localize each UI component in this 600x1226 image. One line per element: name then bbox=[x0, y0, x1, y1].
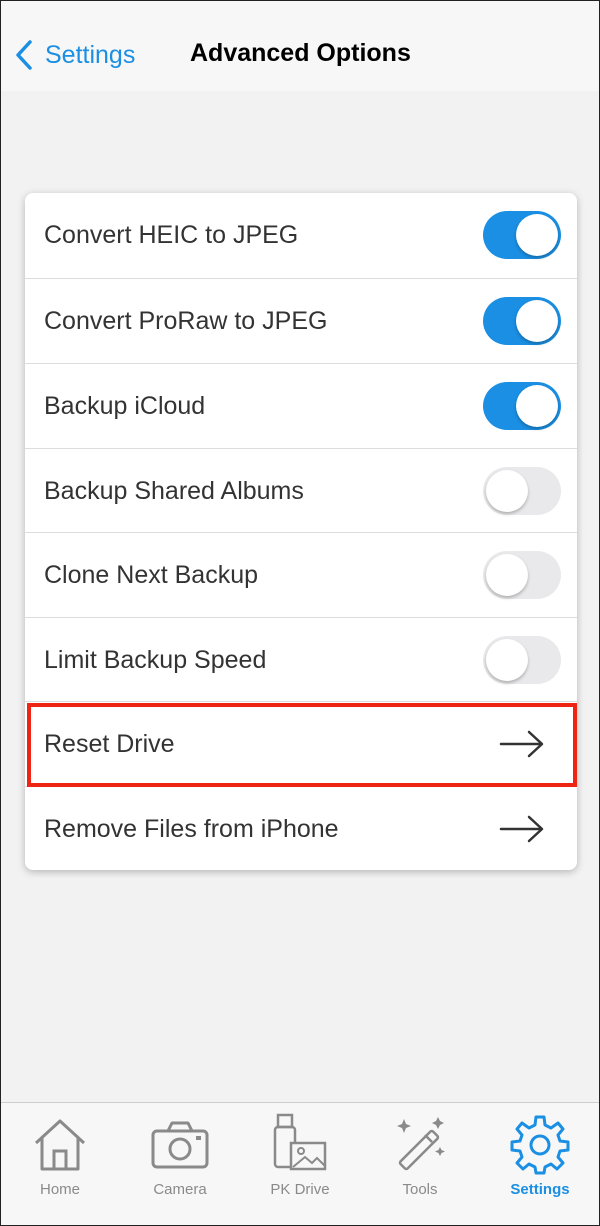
option-label: Convert ProRaw to JPEG bbox=[44, 306, 328, 335]
option-label: Backup iCloud bbox=[44, 391, 206, 420]
option-convert-proraw: Convert ProRaw to JPEG bbox=[25, 279, 577, 363]
tab-pk-drive[interactable]: PK Drive bbox=[245, 1113, 355, 1213]
backup-shared-albums-toggle[interactable] bbox=[483, 467, 561, 515]
convert-proraw-toggle[interactable] bbox=[483, 297, 561, 345]
toggle-knob bbox=[516, 300, 558, 342]
back-label: Settings bbox=[45, 40, 136, 69]
tab-bar: Home Camera PK Drive Tools Settings bbox=[1, 1102, 599, 1225]
options-card: Convert HEIC to JPEG Convert ProRaw to J… bbox=[25, 193, 577, 870]
page-title: Advanced Options bbox=[190, 39, 411, 67]
option-reset-drive[interactable]: Reset Drive bbox=[25, 702, 577, 786]
toggle-knob bbox=[486, 554, 528, 596]
clone-next-backup-toggle[interactable] bbox=[483, 551, 561, 599]
option-label: Backup Shared Albums bbox=[44, 476, 304, 505]
option-convert-heic: Convert HEIC to JPEG bbox=[25, 193, 577, 277]
arrow-right-icon[interactable] bbox=[499, 814, 545, 844]
option-clone-next-backup: Clone Next Backup bbox=[25, 533, 577, 617]
camera-icon bbox=[151, 1121, 209, 1169]
option-backup-shared-albums: Backup Shared Albums bbox=[25, 449, 577, 533]
option-label: Clone Next Backup bbox=[44, 560, 259, 589]
magic-wand-icon bbox=[397, 1117, 445, 1171]
option-label: Limit Backup Speed bbox=[44, 645, 267, 674]
navigation-bar: Settings Advanced Options bbox=[1, 1, 599, 91]
tab-home[interactable]: Home bbox=[5, 1113, 115, 1213]
chevron-left-icon bbox=[16, 40, 32, 70]
tab-camera[interactable]: Camera bbox=[125, 1113, 235, 1213]
tab-label: Tools bbox=[402, 1181, 438, 1198]
tab-label: Home bbox=[39, 1181, 80, 1198]
toggle-knob bbox=[516, 385, 558, 427]
tab-tools[interactable]: Tools bbox=[365, 1113, 475, 1213]
limit-backup-speed-toggle[interactable] bbox=[483, 636, 561, 684]
tab-label: Settings bbox=[510, 1181, 570, 1198]
arrow-right-icon[interactable] bbox=[499, 729, 545, 759]
option-label: Convert HEIC to JPEG bbox=[44, 220, 299, 249]
convert-heic-toggle[interactable] bbox=[483, 211, 561, 259]
screen: Settings Advanced Options Convert HEIC t… bbox=[0, 0, 600, 1226]
option-limit-backup-speed: Limit Backup Speed bbox=[25, 618, 577, 702]
toggle-knob bbox=[516, 214, 558, 256]
drive-icon bbox=[273, 1113, 327, 1171]
option-label: Remove Files from iPhone bbox=[44, 814, 339, 843]
home-icon bbox=[34, 1119, 86, 1171]
back-button[interactable]: Settings bbox=[13, 37, 135, 73]
tab-label: PK Drive bbox=[270, 1181, 330, 1198]
gear-icon bbox=[510, 1115, 570, 1175]
backup-icloud-toggle[interactable] bbox=[483, 382, 561, 430]
toggle-knob bbox=[486, 639, 528, 681]
tab-settings[interactable]: Settings bbox=[485, 1113, 595, 1213]
option-remove-files[interactable]: Remove Files from iPhone bbox=[25, 787, 577, 870]
option-label: Reset Drive bbox=[44, 729, 175, 758]
toggle-knob bbox=[486, 470, 528, 512]
option-backup-icloud: Backup iCloud bbox=[25, 364, 577, 448]
tab-label: Camera bbox=[153, 1181, 207, 1198]
